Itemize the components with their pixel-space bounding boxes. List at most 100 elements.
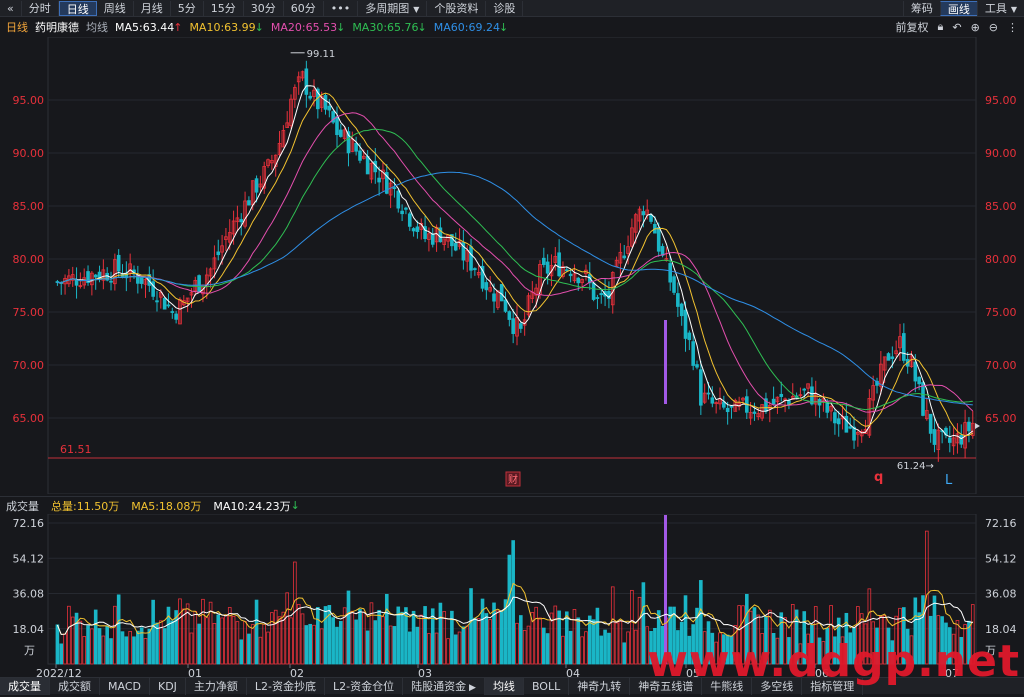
candle-body	[725, 407, 730, 413]
volume-bar	[519, 615, 523, 665]
indicator-tab-6[interactable]: L2-资金仓位	[325, 677, 404, 695]
volume-bar	[480, 598, 485, 665]
candle-body	[174, 313, 178, 320]
price-chart-panel[interactable]: 95.00 95.00 90.00 90.00 85.00 85.00 80.00 80.00…	[0, 36, 1024, 495]
tab-11[interactable]: 诊股	[486, 0, 524, 16]
indicator-tab-5[interactable]: L2-资金抄底	[247, 677, 326, 695]
volume-bar	[93, 609, 98, 665]
candle-body	[706, 392, 711, 395]
price-tick-left: 65.00	[13, 412, 45, 425]
volume-bar	[641, 582, 646, 665]
candle-body	[902, 333, 906, 361]
volume-bar	[507, 554, 512, 665]
indicator-tab-2[interactable]: MACD	[100, 677, 150, 695]
adjust-mode[interactable]: 前复权	[895, 19, 928, 35]
indicator-tab-3[interactable]: KDJ	[150, 677, 186, 695]
indicator-tab-9[interactable]: BOLL	[524, 677, 570, 695]
tab-6[interactable]: 30分	[244, 0, 284, 16]
ma60-value: MA60:69.24	[433, 20, 500, 34]
volume-bar	[136, 630, 140, 665]
undo-icon[interactable]: ↶	[952, 21, 961, 34]
volume-bar	[170, 620, 175, 665]
candle-body	[802, 388, 807, 391]
volume-bar	[59, 643, 64, 665]
price-pointer-icon	[975, 423, 980, 429]
volume-bar	[74, 612, 79, 665]
candle-body	[959, 434, 964, 445]
candle-body	[400, 210, 404, 215]
candle-body	[430, 233, 435, 245]
candle-body	[913, 361, 918, 382]
down-arrow-icon: ↓	[417, 20, 427, 34]
candle-body	[545, 261, 550, 274]
candle-body	[74, 279, 79, 286]
price-chart[interactable]: 95.00 95.00 90.00 90.00 85.00 85.00 80.00 80.00…	[0, 36, 1024, 495]
tab-5[interactable]: 15分	[204, 0, 244, 16]
candle-body	[492, 293, 496, 302]
price-tick-right: 90.00	[985, 147, 1017, 160]
tab-9[interactable]: 多周期图 ▼	[358, 0, 428, 16]
tab-7[interactable]: 60分	[284, 0, 324, 16]
tab-3[interactable]: 月线	[134, 0, 171, 16]
volume-bar	[216, 614, 221, 665]
indicator-tab-0[interactable]: 成交量	[0, 677, 50, 695]
lock-icon[interactable]: 🔒︎	[937, 20, 943, 34]
candle-body	[519, 323, 523, 329]
volume-unit-left: 万	[24, 644, 35, 657]
volume-bar	[542, 627, 546, 665]
volume-tick-right: 18.04	[985, 623, 1017, 636]
volume-bar	[105, 625, 109, 665]
zoom-in-icon[interactable]: ⊕	[971, 21, 980, 34]
volume-bar	[116, 594, 121, 665]
candle-body	[473, 268, 477, 271]
volume-bar	[323, 606, 328, 665]
volume-bar	[373, 620, 378, 665]
volume-bar	[55, 624, 60, 665]
scroll-right-icon[interactable]: ▶	[466, 683, 476, 693]
candle-body	[411, 228, 416, 232]
tab-8[interactable]: •••	[324, 0, 359, 16]
candle-body	[139, 277, 144, 284]
candle-body	[499, 283, 504, 302]
tab-10[interactable]: 个股资料	[427, 0, 487, 16]
candle-body	[155, 300, 159, 303]
back-icon[interactable]: «	[0, 0, 22, 16]
low-label: 61.24→	[897, 461, 934, 472]
more-icon[interactable]: ⋮	[1007, 21, 1018, 34]
indicator-tab-8[interactable]: 均线	[484, 677, 524, 695]
volume-bar	[346, 590, 351, 665]
volume-bar	[86, 625, 90, 665]
volume-bar	[304, 625, 309, 665]
volume-bar	[511, 540, 515, 665]
candle-body	[166, 304, 171, 307]
candle-body	[339, 129, 343, 137]
up-arrow-icon: ↑	[173, 20, 183, 34]
caret-down-icon: ▼	[1010, 5, 1017, 14]
indicator-tab-7[interactable]: 陆股通资金 ▶	[403, 677, 485, 695]
volume-tick-left: 36.08	[13, 588, 45, 601]
tools-menu[interactable]: 工具 ▼	[976, 1, 1024, 16]
ma-mode[interactable]: 均线	[86, 19, 108, 35]
indicator-tab-1[interactable]: 成交额	[50, 677, 100, 695]
volume-bar	[603, 629, 607, 665]
candle-body	[197, 275, 201, 292]
draw-line-button[interactable]: 画线	[939, 1, 977, 16]
indicator-tab-4[interactable]: 主力净额	[186, 677, 247, 695]
tab-1[interactable]: 日线	[58, 0, 97, 16]
zoom-out-icon[interactable]: ⊖	[989, 21, 998, 34]
candle-body	[453, 242, 458, 251]
indicator-tab-10[interactable]: 神奇九转	[569, 677, 631, 695]
candle-body	[392, 187, 397, 190]
tab-2[interactable]: 周线	[97, 0, 134, 16]
volume-total: 总量:11.50万	[51, 499, 120, 513]
volume-bar	[316, 607, 320, 665]
candle-body	[967, 421, 971, 432]
candle-body	[699, 369, 703, 406]
volume-bar	[469, 588, 473, 665]
tab-4[interactable]: 5分	[171, 0, 204, 16]
volume-bar	[438, 602, 443, 665]
chip-button[interactable]: 筹码	[902, 1, 940, 16]
tab-0[interactable]: 分时	[22, 0, 59, 16]
volume-ma5: MA5:18.08万	[131, 499, 202, 513]
plot-frame	[47, 36, 977, 495]
